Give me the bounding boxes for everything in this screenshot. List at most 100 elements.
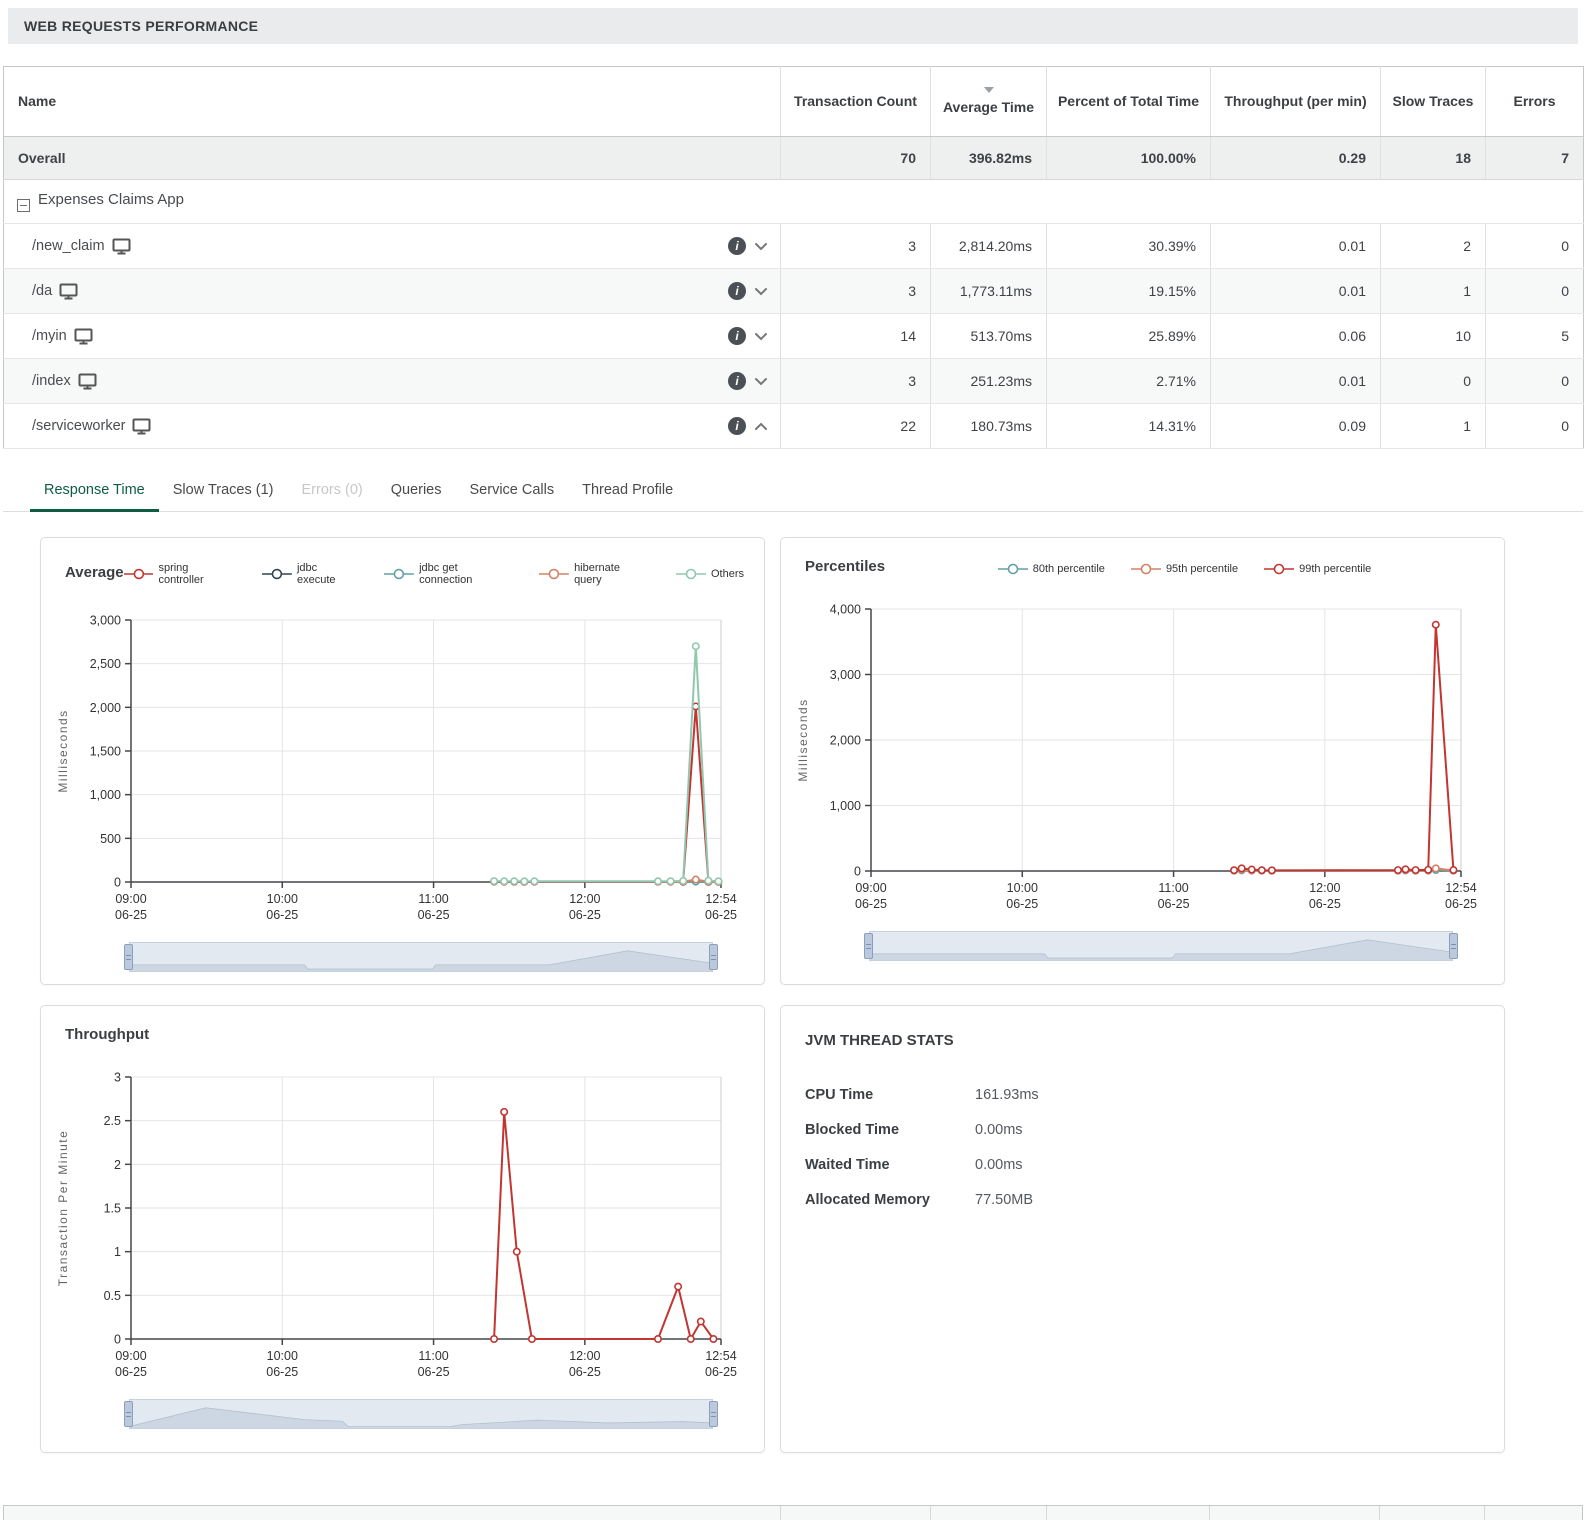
legend-item-jdbc-get-connection[interactable]: jdbc get connection <box>384 562 513 586</box>
chevron-down-icon[interactable] <box>754 242 768 251</box>
slider-track[interactable] <box>129 1399 713 1429</box>
next-table-header-partial <box>3 1505 1583 1520</box>
sort-descending-icon <box>984 87 994 93</box>
column-header-percent-of-total-time[interactable]: Percent of Total Time <box>1047 67 1211 137</box>
info-icon[interactable]: i <box>728 327 746 345</box>
column-header-transaction-count[interactable]: Transaction Count <box>781 67 931 137</box>
svg-text:1,000: 1,000 <box>90 788 121 802</box>
panel-head: Throughput <box>41 1006 764 1043</box>
transaction-name-link[interactable]: /index <box>32 373 71 389</box>
overall-percent-of-total-time: 100.00% <box>1047 137 1211 180</box>
svg-text:2: 2 <box>114 1158 121 1172</box>
jvm-stats-title: JVM THREAD STATS <box>805 1032 1480 1049</box>
slider-track[interactable] <box>869 931 1453 961</box>
svg-text:2,500: 2,500 <box>90 657 121 671</box>
jvm-stat-label: Waited Time <box>805 1157 975 1173</box>
legend-item-95th-percentile[interactable]: 95th percentile <box>1131 563 1238 575</box>
web-requests-performance-page: WEB REQUESTS PERFORMANCE NameTransaction… <box>0 0 1586 1520</box>
svg-text:12:54: 12:54 <box>705 1349 736 1363</box>
collapse-group-icon[interactable] <box>17 199 30 212</box>
slider-track[interactable] <box>129 942 713 972</box>
jvm-stat-row-waited-time: Waited Time0.00ms <box>805 1147 1480 1182</box>
info-icon[interactable]: i <box>728 282 746 300</box>
overall-average-time: 396.82ms <box>931 137 1047 180</box>
slider-handle-left[interactable] <box>124 944 133 970</box>
cell-slow-traces: 1 <box>1381 269 1486 314</box>
cell-percent-of-total-time: 2.71% <box>1047 359 1211 404</box>
svg-text:12:00: 12:00 <box>569 1349 600 1363</box>
panel-head: Percentiles 80th percentile95th percenti… <box>781 538 1504 575</box>
transaction-name-link[interactable]: /serviceworker <box>32 418 125 434</box>
column-header-average-time[interactable]: Average Time <box>931 67 1047 137</box>
info-icon[interactable]: i <box>728 237 746 255</box>
tab-thread-profile[interactable]: Thread Profile <box>568 470 687 512</box>
column-header-throughput-per-min[interactable]: Throughput (per min) <box>1211 67 1381 137</box>
tab-bar: Response TimeSlow Traces (1)Errors (0)Qu… <box>3 470 1583 512</box>
slider-handle-right[interactable] <box>709 1401 718 1427</box>
next-table-column-3 <box>1046 1506 1210 1520</box>
cell-transaction-count: 22 <box>781 404 931 449</box>
svg-text:06-25: 06-25 <box>418 908 450 922</box>
column-header-name[interactable]: Name <box>4 67 781 137</box>
jvm-stat-label: Allocated Memory <box>805 1192 975 1208</box>
jvm-stat-label: Blocked Time <box>805 1122 975 1138</box>
average-time-range-slider[interactable] <box>129 940 713 974</box>
legend-item-80th-percentile[interactable]: 80th percentile <box>998 563 1105 575</box>
cell-slow-traces: 0 <box>1381 359 1486 404</box>
throughput-time-range-slider[interactable] <box>129 1397 713 1431</box>
cell-transaction-count: 3 <box>781 269 931 314</box>
transaction-name-link[interactable]: /da <box>32 283 52 299</box>
table-row: /myini14513.70ms25.89%0.06105 <box>4 314 1584 359</box>
cell-throughput-per-min: 0.01 <box>1211 224 1381 269</box>
svg-text:0: 0 <box>114 876 121 890</box>
web-requests-table: NameTransaction CountAverage TimePercent… <box>3 66 1584 449</box>
info-icon[interactable]: i <box>728 372 746 390</box>
percentiles-time-range-slider[interactable] <box>869 929 1453 963</box>
chart-title-average: Average <box>65 564 124 581</box>
svg-text:06-25: 06-25 <box>705 908 737 922</box>
svg-text:06-25: 06-25 <box>266 1365 298 1379</box>
average-chart-legend: spring controller jdbc execute jdbc get co… <box>124 562 744 586</box>
svg-text:06-25: 06-25 <box>115 908 147 922</box>
slider-handle-right[interactable] <box>709 944 718 970</box>
overall-transaction-count: 70 <box>781 137 931 180</box>
svg-text:10:00: 10:00 <box>267 1349 298 1363</box>
legend-item-jdbc-execute[interactable]: jdbc execute <box>262 562 358 586</box>
cell-average-time: 180.73ms <box>931 404 1047 449</box>
tab-slow-traces-1[interactable]: Slow Traces (1) <box>159 470 288 512</box>
jvm-stat-value: 161.93ms <box>975 1087 1039 1103</box>
tab-errors-0[interactable]: Errors (0) <box>287 470 376 512</box>
chevron-down-icon[interactable] <box>754 287 768 296</box>
jvm-stat-label: CPU Time <box>805 1087 975 1103</box>
cell-throughput-per-min: 0.01 <box>1211 269 1381 314</box>
chevron-down-icon[interactable] <box>754 332 768 341</box>
slider-handle-left[interactable] <box>864 933 873 959</box>
tab-queries[interactable]: Queries <box>377 470 456 512</box>
slider-handle-left[interactable] <box>124 1401 133 1427</box>
legend-item-99th-percentile[interactable]: 99th percentile <box>1264 563 1371 575</box>
column-header-errors[interactable]: Errors <box>1486 67 1584 137</box>
svg-text:2.5: 2.5 <box>104 1114 121 1128</box>
svg-text:500: 500 <box>100 832 121 846</box>
legend-item-hibernate-query[interactable]: hibernate query <box>539 562 650 586</box>
legend-item-others[interactable]: Others <box>676 562 744 586</box>
tab-service-calls[interactable]: Service Calls <box>456 470 569 512</box>
legend-item-spring-controller[interactable]: spring controller <box>124 562 237 586</box>
percentiles-chart-legend: 80th percentile 95th percentile 99th perce… <box>885 563 1484 575</box>
jvm-stat-row-cpu-time: CPU Time161.93ms <box>805 1077 1480 1112</box>
cell-errors: 0 <box>1486 224 1584 269</box>
chevron-down-icon[interactable] <box>754 377 768 386</box>
transaction-name-link[interactable]: /myin <box>32 328 67 344</box>
column-header-slow-traces[interactable]: Slow Traces <box>1381 67 1486 137</box>
tab-response-time[interactable]: Response Time <box>30 470 159 512</box>
svg-text:0: 0 <box>114 1333 121 1347</box>
chevron-up-icon[interactable] <box>754 422 768 431</box>
cell-errors: 0 <box>1486 359 1584 404</box>
average-response-time-chart: 05001,0001,5002,0002,5003,00009:0006-251… <box>51 606 741 936</box>
transaction-name-link[interactable]: /new_claim <box>32 238 105 254</box>
jvm-stat-value: 0.00ms <box>975 1122 1023 1138</box>
cell-percent-of-total-time: 14.31% <box>1047 404 1211 449</box>
slider-handle-right[interactable] <box>1449 933 1458 959</box>
jvm-stat-row-allocated-memory: Allocated Memory77.50MB <box>805 1182 1480 1217</box>
info-icon[interactable]: i <box>728 417 746 435</box>
